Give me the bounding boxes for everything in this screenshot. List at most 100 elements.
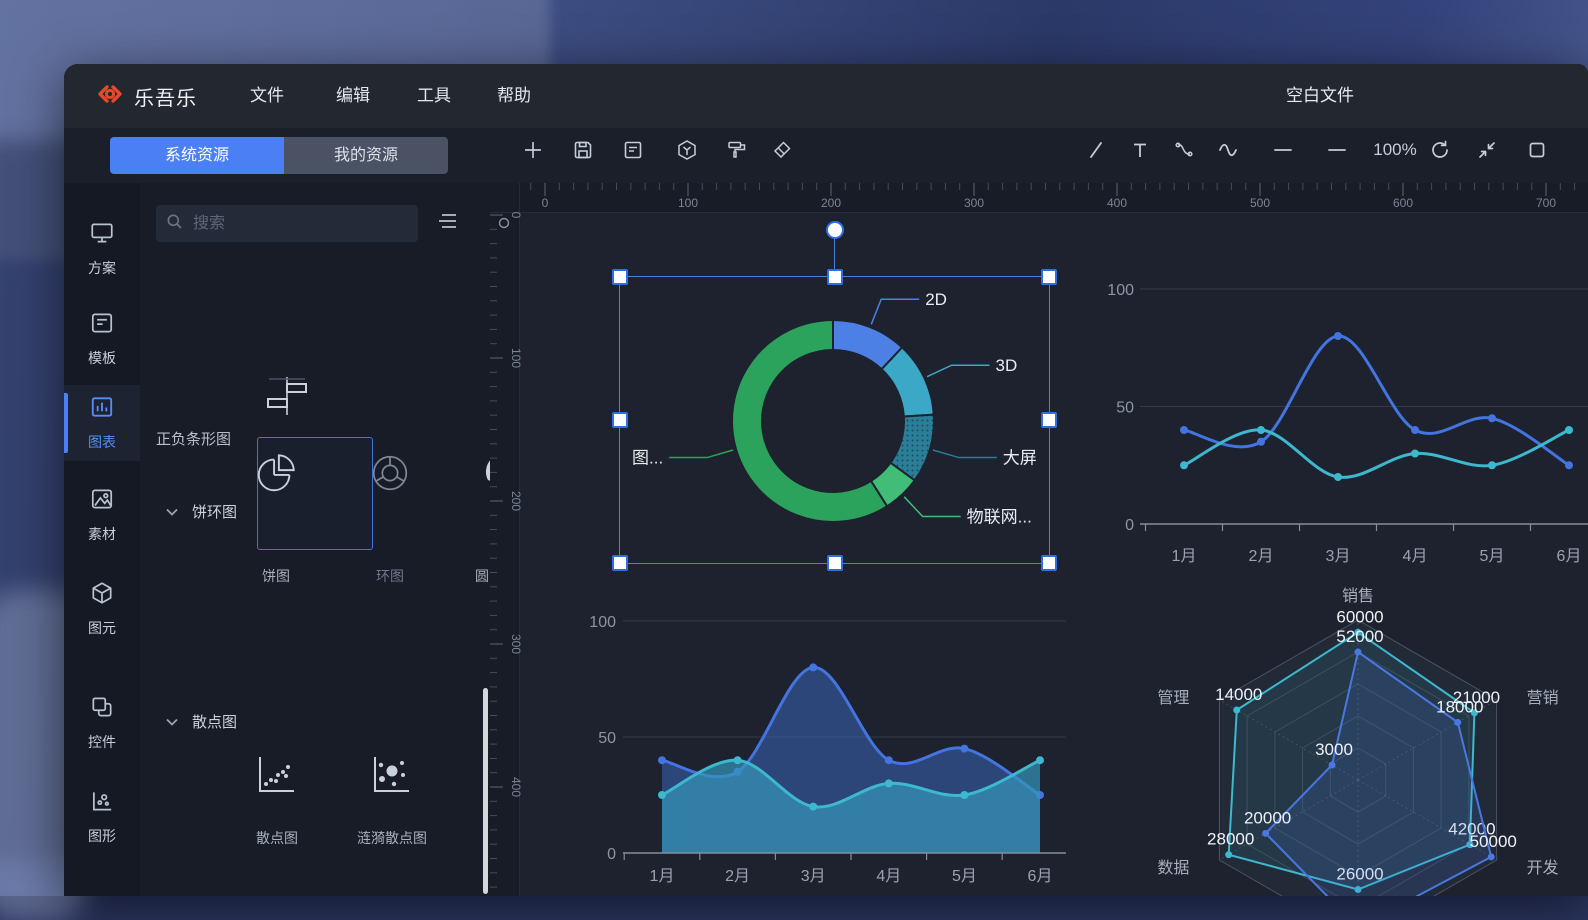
ruler-label: 0 — [509, 212, 523, 219]
canvas-area[interactable]: 010020030040050060070001002003004002D3D大… — [490, 183, 1588, 896]
search-input[interactable] — [191, 214, 395, 234]
radar-indicator-label: 开发 — [1527, 859, 1559, 877]
rotation-handle[interactable] — [826, 221, 844, 239]
x-tick-label: 6月 — [1557, 548, 1582, 565]
radar-value-label: 28000 — [1207, 830, 1254, 849]
radar-value-label: 20000 — [1244, 808, 1291, 827]
resize-handle-middle-right[interactable] — [1041, 412, 1057, 428]
ripple-scatter-icon — [367, 786, 415, 803]
chevron-down-icon — [166, 713, 178, 730]
selection-frame[interactable] — [619, 276, 1050, 564]
pie-chart-icon — [253, 484, 299, 501]
bar-chart-icon — [89, 394, 115, 425]
menu-help[interactable]: 帮助 — [497, 64, 531, 128]
x-tick-label: 5月 — [1480, 548, 1505, 565]
sidebar-item-label: 素材 — [88, 524, 116, 544]
resize-handle-top-middle[interactable] — [827, 269, 843, 285]
sidebar-item-materials[interactable]: 素材 — [64, 477, 140, 553]
section-header-pie-donut[interactable]: 饼环图 — [166, 501, 237, 522]
widgets-icon — [89, 694, 115, 725]
panel-item-pie[interactable] — [253, 449, 299, 502]
resize-handle-top-left[interactable] — [612, 269, 628, 285]
brand[interactable]: 乐吾乐 — [96, 64, 197, 128]
collapse-button[interactable] — [1469, 128, 1505, 172]
chevron-down-icon — [166, 503, 178, 520]
resize-handle-bottom-right[interactable] — [1041, 555, 1057, 571]
image-icon — [89, 486, 115, 517]
line-series — [1184, 430, 1569, 477]
data-point — [1233, 707, 1240, 714]
line-tool-button[interactable] — [1078, 128, 1114, 172]
panel-item-ripple-scatter[interactable] — [367, 751, 415, 804]
radar-indicator-label: 管理 — [1157, 689, 1189, 707]
menu-file[interactable]: 文件 — [250, 64, 284, 128]
connector-tool-button[interactable] — [1166, 128, 1202, 172]
template-icon — [89, 310, 115, 341]
panel-item-donut[interactable] — [367, 449, 413, 502]
data-point — [809, 803, 817, 811]
panel-item-scatter[interactable] — [252, 651, 300, 704]
radar-value-label: 18000 — [1436, 697, 1483, 716]
save-button[interactable] — [565, 128, 601, 172]
refresh-button[interactable] — [1422, 128, 1458, 172]
list-view-icon[interactable] — [436, 211, 460, 236]
zoom-level[interactable]: 100% — [1364, 128, 1426, 172]
menubar: 乐吾乐 文件 编辑 工具 帮助 空白文件 — [64, 64, 1588, 128]
tab-my-resources[interactable]: 我的资源 — [284, 137, 448, 174]
sidebar-item-shapes[interactable]: 图形 — [64, 779, 140, 855]
panel-item-diverging-bar[interactable] — [256, 373, 318, 424]
ruler-label: 100 — [678, 196, 698, 210]
x-tick-label: 4月 — [876, 868, 901, 885]
menu-edit[interactable]: 编辑 — [336, 64, 370, 128]
scatter-chart-icon — [252, 751, 300, 804]
sidebar-item-widgets[interactable]: 控件 — [64, 685, 140, 761]
text-tool-button[interactable] — [1122, 128, 1158, 172]
sidebar-item-label: 控件 — [88, 732, 116, 752]
data-point — [960, 745, 968, 753]
search-box[interactable] — [156, 205, 418, 242]
y-tick-label: 50 — [1116, 400, 1134, 417]
sidebar-item-plan[interactable]: 方案 — [64, 211, 140, 287]
add-button[interactable] — [515, 128, 551, 172]
ruler-label: 700 — [1536, 196, 1556, 210]
document-list-button[interactable] — [615, 128, 651, 172]
curve-tool-button[interactable] — [1212, 128, 1248, 172]
sidebar-item-pens[interactable]: 图元 — [64, 571, 140, 647]
section-header-scatter[interactable]: 散点图 — [166, 711, 237, 732]
resize-handle-middle-left[interactable] — [612, 412, 628, 428]
sidebar-item-label: 图形 — [88, 826, 116, 846]
tab-system-resources[interactable]: 系统资源 — [110, 137, 284, 174]
panel-item-label: 饼图 — [236, 566, 316, 586]
panel-scrollbar[interactable] — [483, 688, 488, 894]
x-tick-label: 6月 — [1028, 868, 1053, 885]
paint-roller-button[interactable] — [719, 128, 755, 172]
resize-handle-top-right[interactable] — [1041, 269, 1057, 285]
donut-chart-icon — [367, 484, 413, 501]
sidebar-item-charts[interactable]: 图表 — [64, 385, 140, 461]
radar-value-label: 14000 — [1215, 685, 1262, 704]
data-point — [1454, 719, 1461, 726]
data-point — [1334, 473, 1342, 481]
component-hexagon-button[interactable] — [669, 128, 705, 172]
sidebar-item-template[interactable]: 模板 — [64, 301, 140, 377]
resize-handle-bottom-middle[interactable] — [827, 555, 843, 571]
data-point — [658, 791, 666, 799]
menu-tools[interactable]: 工具 — [417, 64, 451, 128]
dash-line-button[interactable] — [1319, 128, 1355, 172]
horizontal-ruler — [490, 183, 1588, 212]
data-point — [1257, 426, 1265, 434]
resize-handle-bottom-left[interactable] — [612, 555, 628, 571]
ruler-label: 200 — [509, 491, 523, 511]
sidebar-item-label: 图表 — [88, 432, 116, 452]
horizontal-line-button[interactable] — [1265, 128, 1301, 172]
data-point — [960, 791, 968, 799]
frame-button[interactable] — [1519, 128, 1555, 172]
cube-icon — [89, 580, 115, 611]
ruler-label: 600 — [1393, 196, 1413, 210]
brand-name: 乐吾乐 — [134, 82, 197, 111]
ruler-label: 200 — [821, 196, 841, 210]
eraser-button[interactable] — [764, 128, 800, 172]
x-tick-label: 1月 — [650, 868, 675, 885]
ruler-label: 400 — [1107, 196, 1127, 210]
x-tick-label: 3月 — [1326, 548, 1351, 565]
